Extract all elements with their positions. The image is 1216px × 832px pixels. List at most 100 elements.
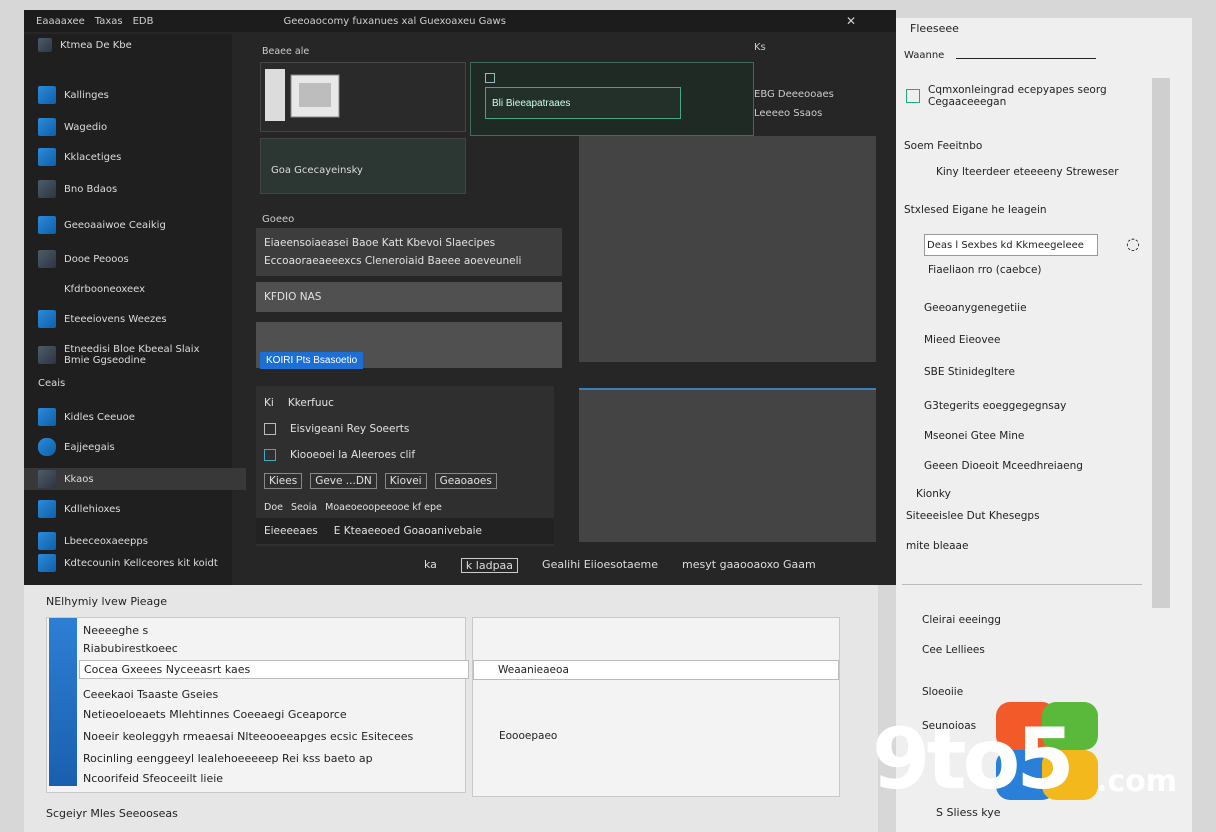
preview-card[interactable] [260, 62, 466, 132]
status-item: Gealihi Eiioesotaeme [542, 558, 659, 571]
section-label: Soem Feeitnbo [904, 140, 983, 152]
sidebar-section-item-1[interactable]: Kidles Ceeuoe [38, 408, 135, 426]
panel-item-1[interactable]: Fiaeliaon rro (caebce) [928, 264, 1042, 276]
panel-heading: Cqmxonleingrad ecepyapes seorg Cegaaceee… [906, 84, 1116, 108]
close-icon[interactable]: ✕ [846, 14, 856, 28]
panel-item-2[interactable]: Geeoanygenegetiie [924, 302, 1027, 314]
cloud-icon [38, 438, 56, 456]
lower-item-1[interactable]: Cleirai eeeingg [922, 614, 1001, 626]
list-header: Kkerfuuc [287, 397, 334, 409]
section-label: Ceais [38, 378, 66, 389]
menu-item-2[interactable]: EDB [133, 16, 154, 27]
group-panel: Eiaeensoiaeasei Baoe Katt Kbevoi Slaecip… [256, 228, 562, 276]
text-field[interactable] [924, 234, 1098, 256]
app-icon [38, 216, 56, 234]
sidebar-item-1[interactable]: Kallinges [38, 86, 109, 104]
checkbox-icon[interactable] [264, 423, 276, 435]
panel-item-3[interactable]: Mieed Eieovee [924, 334, 1000, 346]
bottom-panel: NElhymiy lvew Pieage Neeeeghe s Riabubir… [24, 585, 878, 832]
group-row-2[interactable]: Eccoaoraeaeeexcs Cleneroiaid Baeee aoeve… [256, 248, 562, 274]
window-title: Geeoaocomy fuxanues xal Guexoaxeu Gaws [283, 15, 506, 27]
list-row-label: Kiooeoei la Aleeroes clif [290, 449, 416, 461]
panel-item-7[interactable]: Geeen Dioeoit Mceedhreiaeng [924, 460, 1083, 472]
bottom-row-1[interactable]: Neeeeghe s [83, 624, 148, 637]
panel-item-10[interactable]: mite bleaae [906, 540, 968, 552]
bottom-row-8[interactable]: Ncoorifeid Sfeoceeilt lieie [83, 772, 223, 785]
app-icon [38, 470, 56, 488]
search-card [470, 62, 754, 136]
caption-card[interactable]: Goa Gcecayeinsky [260, 138, 466, 194]
caption-text: Goa Gcecayeinsky [271, 165, 363, 176]
search-input[interactable] [485, 87, 681, 119]
sidebar-section-item-2[interactable]: Eajjeegais [38, 438, 115, 456]
sidebar-item-3[interactable]: Kklacetiges [38, 148, 121, 166]
sidebar-item-label: Kkaos [64, 473, 94, 485]
sidebar-item-2[interactable]: Wagedio [38, 118, 107, 136]
canvas-bottom[interactable] [579, 390, 876, 542]
panel-item-4[interactable]: SBE Stinidegltere [924, 366, 1015, 378]
sidebar-section-item-6[interactable]: Kdtecounin Kellceores kit koidt [38, 554, 218, 572]
list-panel: Ki Kkerfuuc Eisvigeani Rey Soeerts Kiooe… [256, 386, 554, 546]
chip[interactable]: Geaoaoes [434, 473, 497, 489]
action-button[interactable]: KOIRI Pts Bsasoetio [260, 352, 364, 369]
list-row-2[interactable]: Kiooeoei la Aleeroes clif [256, 442, 554, 468]
sidebar-section-label: Ceais [38, 378, 65, 389]
canvas-top[interactable] [579, 136, 876, 362]
sidebar-item-8[interactable]: Eteeeiovens Weezes [38, 310, 167, 328]
lower-item-3[interactable]: Sloeoiie [922, 686, 963, 698]
detail-row[interactable]: Weaanieaeoa [473, 660, 839, 680]
sidebar-item-5[interactable]: Geeoaaiwoe Ceaikig [38, 216, 166, 234]
app-icon [38, 148, 56, 166]
sidebar-section-item-5[interactable]: Lbeeceoxaeepps [38, 532, 148, 550]
status-item[interactable]: k ladpaa [460, 558, 519, 573]
window-preview-icon [265, 69, 340, 121]
panel-item-8[interactable]: Kionky [916, 488, 951, 500]
scrollbar[interactable] [1152, 78, 1170, 608]
panel-item-9[interactable]: Siteeeislee Dut Khesegps [906, 510, 1040, 522]
sidebar-item-label: Dooe Peooos [64, 253, 129, 265]
panel-item[interactable]: Kiny lteerdeer eteeeeny Streweser [936, 166, 1119, 178]
sidebar-section-item-4[interactable]: Kdllehioxes [38, 500, 121, 518]
checkbox-icon[interactable] [264, 449, 276, 461]
app-icon [38, 118, 56, 136]
list-row-1[interactable]: Eisvigeani Rey Soeerts [256, 416, 554, 442]
bottom-row-7[interactable]: Rocinling eenggeeyl lealehoeeeeep Rei ks… [83, 752, 373, 765]
sidebar-item-7[interactable]: Kfdrbooneoxeex [38, 284, 145, 295]
main-window: Eaaaaxee Taxas EDB Geeoaocomy fuxanues x… [24, 10, 896, 585]
sidebar-item-6[interactable]: Dooe Peooos [38, 250, 129, 268]
chat-icon[interactable]: ◌ [1126, 234, 1140, 253]
status-item: ka [424, 558, 437, 571]
bottom-row-5[interactable]: Netieoeloeaets Mlehtinnes Coeeaegi Gceap… [83, 708, 347, 721]
chip[interactable]: Kiees [264, 473, 303, 489]
sidebar-item-label: Wagedio [64, 121, 108, 133]
bottom-row-4[interactable]: Ceeekaoi Tsaaste Gseies [83, 688, 218, 701]
bottom-title: NElhymiy lvew Pieage [46, 595, 168, 608]
chip[interactable]: Kiovei [384, 473, 427, 489]
bottom-row-2[interactable]: Riabubirestkoeec [83, 642, 178, 655]
fdio-panel: KFDIO NAS [256, 282, 562, 312]
logo-suffix: .com [1096, 764, 1178, 799]
sidebar-item-label: Lbeeceoxaeepps [64, 535, 148, 547]
fdio-row[interactable]: KFDIO NAS [256, 284, 562, 310]
topright-line: EBG Deeeooaes [754, 89, 834, 100]
sidebar-item-label: Etneedisi Bloe Kbeeal Slaix Bmie Ggseodi… [64, 344, 200, 366]
image-icon [906, 89, 920, 103]
panel-item-5[interactable]: G3tegerits eoeggegegnsay [924, 400, 1066, 412]
panel-item-6[interactable]: Mseonei Gtee Mine [924, 430, 1024, 442]
sidebar-item-9[interactable]: Etneedisi Bloe Kbeeal Slaix Bmie Ggseodi… [38, 344, 218, 366]
sidebar-item-label: Kklacetiges [64, 151, 122, 163]
name-underline [956, 58, 1096, 59]
app-icon [38, 86, 56, 104]
bottom-row-3[interactable]: Cocea Gxeees Nyceeasrt kaes [79, 660, 469, 679]
sidebar-section-item-3[interactable]: Kkaos [24, 468, 246, 490]
bottom-row-6[interactable]: Noeeir keoleggyh rmeaesai Nlteeooeeapges… [83, 730, 413, 743]
checkbox-icon[interactable] [485, 73, 495, 83]
chip[interactable]: Geve ...DN [310, 473, 377, 489]
detail-row-label: Weaanieaeoa [498, 664, 569, 676]
sidebar-item-4[interactable]: Bno Bdaos [38, 180, 117, 198]
menu-item-1[interactable]: Taxas [95, 16, 123, 27]
lower-item-2[interactable]: Cee Lelliees [922, 644, 985, 656]
small-label: Beaee ale [262, 46, 310, 57]
topright-label: Ks [754, 42, 766, 53]
sub-label: Seoia [290, 501, 318, 513]
